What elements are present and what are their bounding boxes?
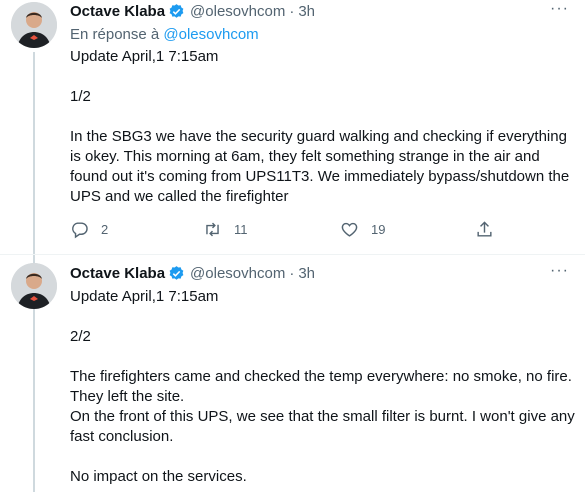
author-handle[interactable]: @olesovhcom [190, 265, 285, 282]
reply-count: 2 [101, 222, 109, 237]
reply-handle-link[interactable]: @olesovhcom [163, 26, 258, 43]
tweet-text: Update April,1 7:15am 2/2 The firefighte… [70, 288, 575, 485]
tweet-header: Octave Klaba @olesovhcom · 3h [70, 0, 315, 22]
reply-context: En réponse à @olesovhcom [70, 26, 259, 43]
retweet-count: 11 [234, 222, 248, 237]
reply-button[interactable]: 2 [70, 220, 108, 239]
separator-dot: · [289, 264, 295, 282]
more-options-button[interactable]: ··· [550, 0, 569, 18]
tweet-text: Update April,1 7:15am 1/2 In the SBG3 we… [70, 48, 570, 205]
tweet-header: Octave Klaba @olesovhcom · 3h [70, 262, 315, 284]
like-button[interactable]: 19 [340, 220, 385, 239]
retweet-icon [206, 222, 219, 237]
author-name[interactable]: Octave Klaba [70, 3, 165, 20]
avatar[interactable] [11, 263, 57, 309]
tweet-divider [0, 254, 585, 255]
heart-icon [341, 222, 358, 237]
share-icon [477, 221, 492, 237]
author-name[interactable]: Octave Klaba [70, 265, 165, 282]
reply-icon [72, 222, 88, 239]
retweet-button[interactable]: 11 [203, 220, 248, 239]
reply-prefix: En réponse à [70, 26, 164, 43]
like-count: 19 [371, 222, 386, 237]
timestamp[interactable]: 3h [298, 265, 315, 282]
avatar[interactable] [11, 2, 57, 48]
author-handle[interactable]: @olesovhcom [190, 3, 285, 20]
tweet-actions: 2 11 19 [70, 220, 510, 240]
timestamp[interactable]: 3h [298, 3, 315, 20]
verified-badge-icon [168, 265, 185, 282]
thread-line [33, 313, 35, 492]
share-button[interactable] [475, 220, 494, 239]
separator-dot: · [289, 2, 295, 20]
more-options-button[interactable]: ··· [550, 262, 569, 280]
verified-badge-icon [168, 3, 185, 20]
